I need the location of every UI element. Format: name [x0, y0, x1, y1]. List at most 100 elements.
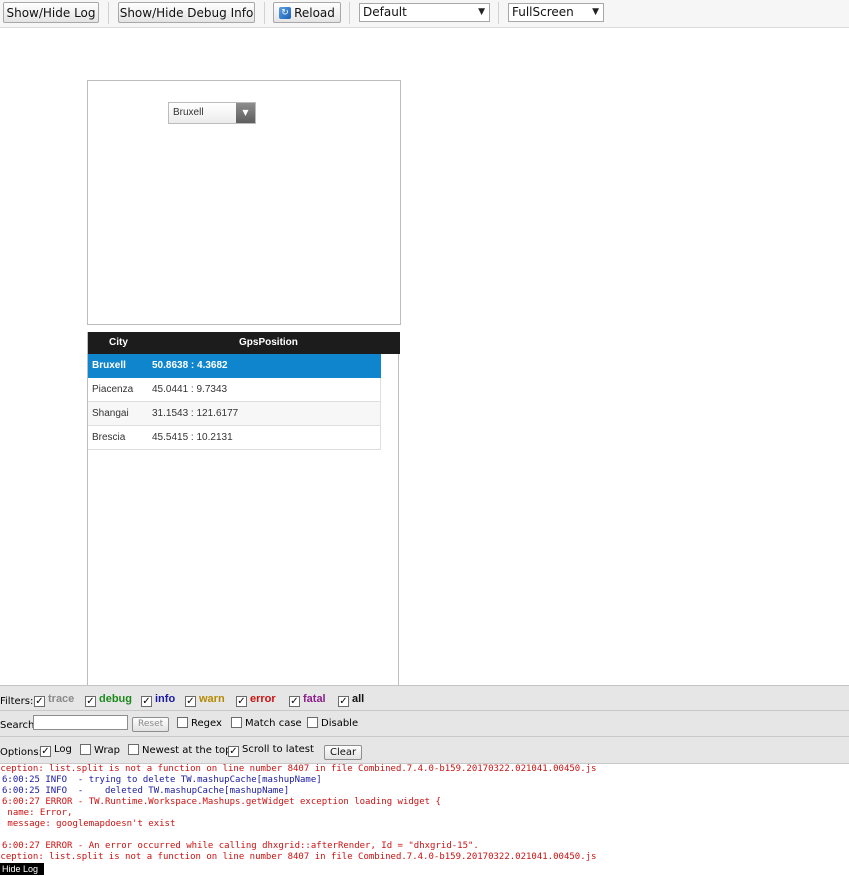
log-line: name: Error, — [2, 808, 73, 818]
checkbox-checked-icon[interactable]: ✓ — [141, 696, 152, 707]
filter-warn[interactable]: ✓ warn — [185, 693, 225, 707]
checkbox-unchecked-icon[interactable] — [80, 744, 91, 755]
option-newest-top[interactable]: Newest at the top — [128, 744, 231, 756]
cell-city: Piacenza — [92, 384, 134, 395]
checkbox-checked-icon[interactable]: ✓ — [40, 746, 51, 757]
filter-warn-label: warn — [199, 693, 225, 705]
filter-fatal-label: fatal — [303, 693, 326, 705]
mode-select[interactable]: FullScreen ▼ — [508, 3, 604, 22]
reload-icon: ↻ — [279, 6, 292, 19]
mode-select-value: FullScreen — [512, 5, 574, 19]
clear-button[interactable]: Clear — [324, 745, 363, 760]
chevron-down-icon: ▼ — [592, 7, 599, 17]
log-search-input[interactable] — [33, 715, 128, 730]
filter-error-label: error — [250, 693, 276, 705]
chevron-down-icon[interactable]: ▼ — [236, 103, 255, 123]
cell-city: Bruxell — [92, 360, 126, 371]
checkbox-unchecked-icon[interactable] — [307, 717, 318, 728]
regex-option[interactable]: Regex — [177, 717, 222, 729]
theme-select-value: Default — [363, 5, 407, 19]
checkbox-checked-icon[interactable]: ✓ — [228, 746, 239, 757]
disable-label: Disable — [321, 718, 359, 729]
cell-gps: 45.0441 : 9.7343 — [152, 384, 228, 395]
grid-body: Bruxell 50.8638 : 4.3682 Piacenza 45.044… — [88, 354, 381, 450]
log-line: 6:00:27 ERROR - TW.Runtime.Workspace.Mas… — [2, 797, 441, 807]
city-combo-box[interactable]: Bruxell ▼ — [168, 102, 256, 124]
log-options-row: Options: ✓ Log Wrap Newest at the top ✓ Sc… — [0, 737, 849, 764]
cell-city: Shangai — [92, 408, 129, 419]
log-line: 6:00:25 INFO - trying to delete TW.mashu… — [2, 775, 322, 785]
cell-gps: 45.5415 : 10.2131 — [152, 432, 233, 443]
column-header-city[interactable]: City — [109, 332, 128, 354]
log-line: xception: list.split is not a function o… — [0, 852, 597, 862]
column-header-gpsposition[interactable]: GpsPosition — [239, 332, 298, 354]
disable-option[interactable]: Disable — [307, 717, 358, 729]
checkbox-checked-icon[interactable]: ✓ — [338, 696, 349, 707]
log-console: Filters: ✓ trace ✓ debug ✓ info ✓ warn ✓ erro… — [0, 685, 849, 876]
option-scroll-latest[interactable]: ✓ Scroll to latest — [228, 744, 314, 757]
table-row[interactable]: Bruxell 50.8638 : 4.3682 — [88, 354, 381, 378]
grid-header: City GpsPosition — [88, 332, 400, 354]
regex-label: Regex — [191, 718, 222, 729]
log-line: message: googlemapdoesn't exist — [2, 819, 176, 829]
filter-all-label: all — [352, 693, 365, 705]
reset-button[interactable]: Reset — [132, 717, 170, 732]
option-scroll-label: Scroll to latest — [242, 744, 314, 755]
checkbox-unchecked-icon[interactable] — [231, 717, 242, 728]
checkbox-unchecked-icon[interactable] — [128, 744, 139, 755]
filter-trace[interactable]: ✓ trace — [34, 693, 74, 707]
table-row[interactable]: Brescia 45.5415 : 10.2131 — [88, 426, 381, 450]
toolbar-separator — [498, 2, 499, 24]
cell-gps: 50.8638 : 4.3682 — [152, 360, 228, 371]
option-log-label: Log — [54, 744, 72, 755]
show-hide-log-button[interactable]: Show/Hide Log — [3, 2, 99, 23]
checkbox-unchecked-icon[interactable] — [177, 717, 188, 728]
option-wrap[interactable]: Wrap — [80, 744, 120, 756]
checkbox-checked-icon[interactable]: ✓ — [236, 696, 247, 707]
option-wrap-label: Wrap — [94, 745, 121, 756]
log-filters-row: Filters: ✓ trace ✓ debug ✓ info ✓ warn ✓ erro… — [0, 686, 849, 711]
table-row[interactable]: Shangai 31.1543 : 121.6177 — [88, 402, 381, 426]
show-hide-debug-label: Show/Hide Debug Info — [119, 5, 254, 20]
log-line: 6:00:25 INFO - deleted TW.mashupCache[ma… — [2, 786, 290, 796]
toolbar-separator — [108, 2, 109, 24]
checkbox-checked-icon[interactable]: ✓ — [289, 696, 300, 707]
filter-debug[interactable]: ✓ debug — [85, 693, 132, 707]
map-panel: Bruxell ▼ — [87, 80, 401, 325]
city-combo-value: Bruxell — [173, 107, 204, 118]
match-case-option[interactable]: Match case — [231, 717, 302, 729]
toolbar-separator — [349, 2, 350, 24]
log-line: 6:00:27 ERROR - An error occurred while … — [2, 841, 479, 851]
options-label: Options: — [0, 747, 42, 758]
filter-info-label: info — [155, 693, 176, 705]
reload-label: Reload — [294, 5, 335, 20]
log-line: xception: list.split is not a function o… — [0, 764, 597, 774]
filters-label: Filters: — [0, 696, 34, 707]
option-log[interactable]: ✓ Log — [40, 744, 72, 757]
filter-fatal[interactable]: ✓ fatal — [289, 693, 326, 707]
top-toolbar: Show/Hide Log Show/Hide Debug Info ↻ Relo… — [0, 0, 849, 28]
checkbox-checked-icon[interactable]: ✓ — [34, 696, 45, 707]
theme-select[interactable]: Default ▼ — [359, 3, 490, 22]
show-hide-log-label: Show/Hide Log — [6, 5, 96, 20]
filter-info[interactable]: ✓ info — [141, 693, 175, 707]
show-hide-debug-button[interactable]: Show/Hide Debug Info — [118, 2, 255, 23]
option-newest-label: Newest at the top — [142, 745, 232, 756]
filter-all[interactable]: ✓ all — [338, 693, 364, 707]
log-search-row: Search: Reset Regex Match case Disable — [0, 711, 849, 737]
table-row[interactable]: Piacenza 45.0441 : 9.7343 — [88, 378, 381, 402]
filter-debug-label: debug — [99, 693, 132, 705]
chevron-down-icon: ▼ — [478, 7, 485, 17]
filter-error[interactable]: ✓ error — [236, 693, 276, 707]
hide-log-button[interactable]: Hide Log — [0, 863, 44, 875]
cell-city: Brescia — [92, 432, 126, 443]
toolbar-separator — [264, 2, 265, 24]
match-case-label: Match case — [245, 718, 302, 729]
checkbox-checked-icon[interactable]: ✓ — [85, 696, 96, 707]
filter-trace-label: trace — [48, 693, 75, 705]
cell-gps: 31.1543 : 121.6177 — [152, 408, 239, 419]
reload-button[interactable]: ↻ Reload — [273, 2, 341, 23]
checkbox-checked-icon[interactable]: ✓ — [185, 696, 196, 707]
log-output: xception: list.split is not a function o… — [0, 764, 849, 863]
